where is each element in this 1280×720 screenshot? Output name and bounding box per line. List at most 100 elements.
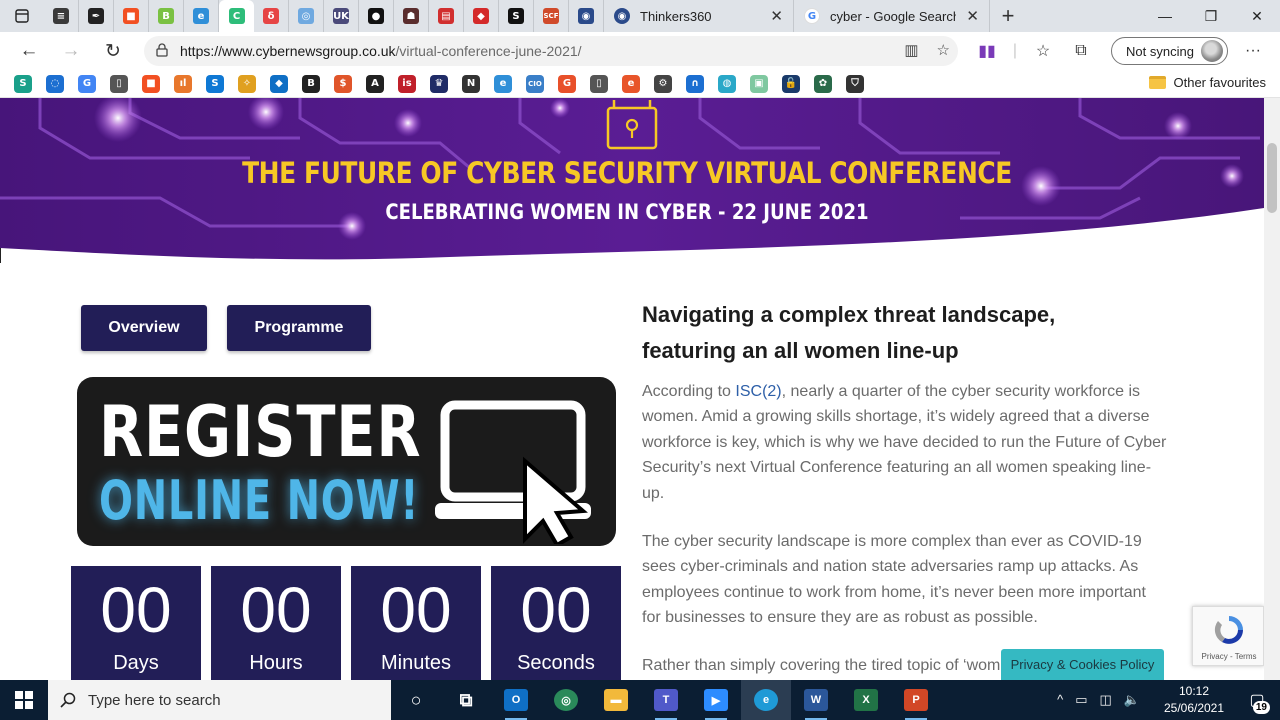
profile-sync-button[interactable]: Not syncing — [1111, 37, 1228, 65]
new-tab-button[interactable]: + — [990, 3, 1026, 29]
show-hidden-icon[interactable]: ^ — [1057, 692, 1063, 708]
taskbar-app[interactable]: ○ — [391, 680, 441, 720]
pinned-tab[interactable]: ✒ — [79, 0, 114, 32]
pinned-tab[interactable]: ◉ — [569, 0, 604, 32]
google-icon[interactable]: G — [78, 74, 96, 93]
pinned-tab[interactable]: ☗ — [394, 0, 429, 32]
start-button[interactable] — [0, 680, 48, 720]
recaptcha-badge[interactable]: Privacy - Terms — [1192, 606, 1264, 666]
lock-green-icon[interactable]: ▣ — [750, 74, 768, 93]
clock[interactable]: 10:12 25/06/2021 — [1154, 683, 1234, 717]
taskbar-app[interactable]: W — [791, 680, 841, 720]
spiral-icon[interactable]: ◌ — [46, 74, 64, 93]
pinned-tab[interactable]: e — [184, 0, 219, 32]
taskbar-app[interactable]: ▬ — [591, 680, 641, 720]
address-bar[interactable]: https://www.cybernewsgroup.co.uk/virtual… — [144, 36, 958, 66]
taskbar-app[interactable]: ▶ — [691, 680, 741, 720]
add-favourite-icon[interactable]: ☆ — [937, 41, 950, 59]
bars-icon[interactable]: ıl — [174, 74, 192, 93]
mixer-icon[interactable]: ✧ — [238, 74, 256, 93]
collections-icon[interactable]: ⧉ — [1062, 32, 1100, 70]
s-orange-icon[interactable]: $ — [334, 74, 352, 93]
minimize-icon[interactable]: — — [1142, 0, 1188, 32]
page-scrollbar[interactable] — [1264, 98, 1280, 680]
crest-icon[interactable]: ♛ — [430, 74, 448, 93]
tab-thinkers360[interactable]: ◉ Thinkers360 ✕ — [604, 0, 794, 32]
pinned-tab[interactable]: SCF — [534, 0, 569, 32]
is-icon[interactable]: is — [398, 74, 416, 93]
pinned-tab[interactable]: B — [149, 0, 184, 32]
back-button[interactable]: ← — [8, 32, 50, 70]
overview-button[interactable]: Overview — [81, 305, 207, 351]
countdown-value: 00 — [520, 574, 592, 646]
taskbar-search[interactable]: Type here to search — [48, 680, 391, 720]
reader-view-icon[interactable]: ▥ — [904, 41, 918, 59]
conference-banner: THE FUTURE OF CYBER SECURITY VIRTUAL CON… — [0, 98, 1264, 264]
g-orange-icon[interactable]: G — [558, 74, 576, 93]
favourites-icon[interactable]: ☆ — [1024, 32, 1062, 70]
tab-google-search[interactable]: G cyber - Google Search ✕ — [794, 0, 990, 32]
pinned-tab[interactable]: ■ — [114, 0, 149, 32]
cio-icon[interactable]: CIO — [526, 74, 544, 93]
programme-button[interactable]: Programme — [227, 305, 371, 351]
document-icon[interactable]: ▯ — [110, 74, 128, 93]
pinned-tab[interactable]: C — [219, 0, 254, 32]
search-icon — [60, 692, 76, 708]
forward-arrow-icon: → — [61, 40, 81, 61]
privacy-cookies-button[interactable]: Privacy & Cookies Policy — [1001, 649, 1164, 680]
taskbar-app[interactable]: e — [741, 680, 791, 720]
battery-icon[interactable]: ▭ — [1075, 692, 1087, 708]
countdown-value: 00 — [240, 574, 312, 646]
pinned-tab[interactable]: ◎ — [289, 0, 324, 32]
refresh-button[interactable]: ↻ — [92, 32, 134, 70]
unlock-icon[interactable]: 🔓 — [782, 74, 800, 93]
outlook-icon[interactable]: ◆ — [270, 74, 288, 93]
circle-teal-icon[interactable]: ◍ — [718, 74, 736, 93]
windows-logo-icon[interactable]: ■ — [142, 74, 160, 93]
forward-button[interactable]: → — [50, 32, 92, 70]
bike-icon[interactable]: ⚙ — [654, 74, 672, 93]
page-icon[interactable]: ▯ — [590, 74, 608, 93]
taskbar-app[interactable]: P — [891, 680, 941, 720]
pinned-tab[interactable]: ▤ — [429, 0, 464, 32]
pinned-tab[interactable]: δ — [254, 0, 289, 32]
isc2-link[interactable]: ISC(2) — [735, 383, 781, 400]
notification-center-button[interactable]: ▢ 19 — [1234, 680, 1280, 720]
pinned-tab[interactable]: UK — [324, 0, 359, 32]
s-teal-icon[interactable]: S — [14, 74, 32, 93]
recaptcha-links[interactable]: Privacy - Terms — [1193, 652, 1265, 661]
excel-icon: X — [854, 689, 878, 711]
volume-icon[interactable]: 🔈 — [1124, 692, 1140, 708]
close-icon[interactable]: ✕ — [966, 7, 979, 25]
close-icon[interactable]: ✕ — [770, 7, 783, 25]
network-icon[interactable]: ◫ — [1100, 692, 1112, 708]
restore-icon[interactable]: ❐ — [1188, 0, 1234, 32]
taskbar-app[interactable]: ◎ — [541, 680, 591, 720]
extension-icon[interactable]: ▮▮ — [968, 32, 1006, 70]
taskbar-app[interactable]: ⧉ — [441, 680, 491, 720]
nist-icon[interactable]: N — [462, 74, 480, 93]
shield-icon[interactable]: ⛉ — [846, 74, 864, 93]
edge-blue-icon[interactable]: e — [494, 74, 512, 93]
settings-more-button[interactable]: ··· — [1238, 32, 1268, 70]
taskbar-app[interactable]: O — [491, 680, 541, 720]
close-window-icon[interactable]: ✕ — [1234, 0, 1280, 32]
bbc-icon[interactable]: B — [302, 74, 320, 93]
scrollbar-thumb[interactable] — [1267, 143, 1277, 213]
tab-actions-button[interactable] — [0, 0, 44, 32]
taskbar-app[interactable]: X — [841, 680, 891, 720]
pinned-tab[interactable]: ≡ — [44, 0, 79, 32]
e-orange-icon[interactable]: e — [622, 74, 640, 93]
back-arrow-icon: ← — [19, 40, 39, 61]
pinned-tab[interactable]: ◆ — [464, 0, 499, 32]
register-online-banner[interactable]: REGISTER ONLINE NOW! — [77, 377, 616, 546]
gear-green-icon[interactable]: ✿ — [814, 74, 832, 93]
task-view-icon: ⧉ — [459, 689, 473, 710]
other-favourites-folder[interactable]: Other favourites — [1148, 75, 1266, 90]
pen-icon[interactable]: A — [366, 74, 384, 93]
pinned-tab[interactable]: S — [499, 0, 534, 32]
headset-icon[interactable]: ∩ — [686, 74, 704, 93]
sharepoint-icon[interactable]: S — [206, 74, 224, 93]
pinned-tab[interactable]: ● — [359, 0, 394, 32]
taskbar-app[interactable]: T — [641, 680, 691, 720]
